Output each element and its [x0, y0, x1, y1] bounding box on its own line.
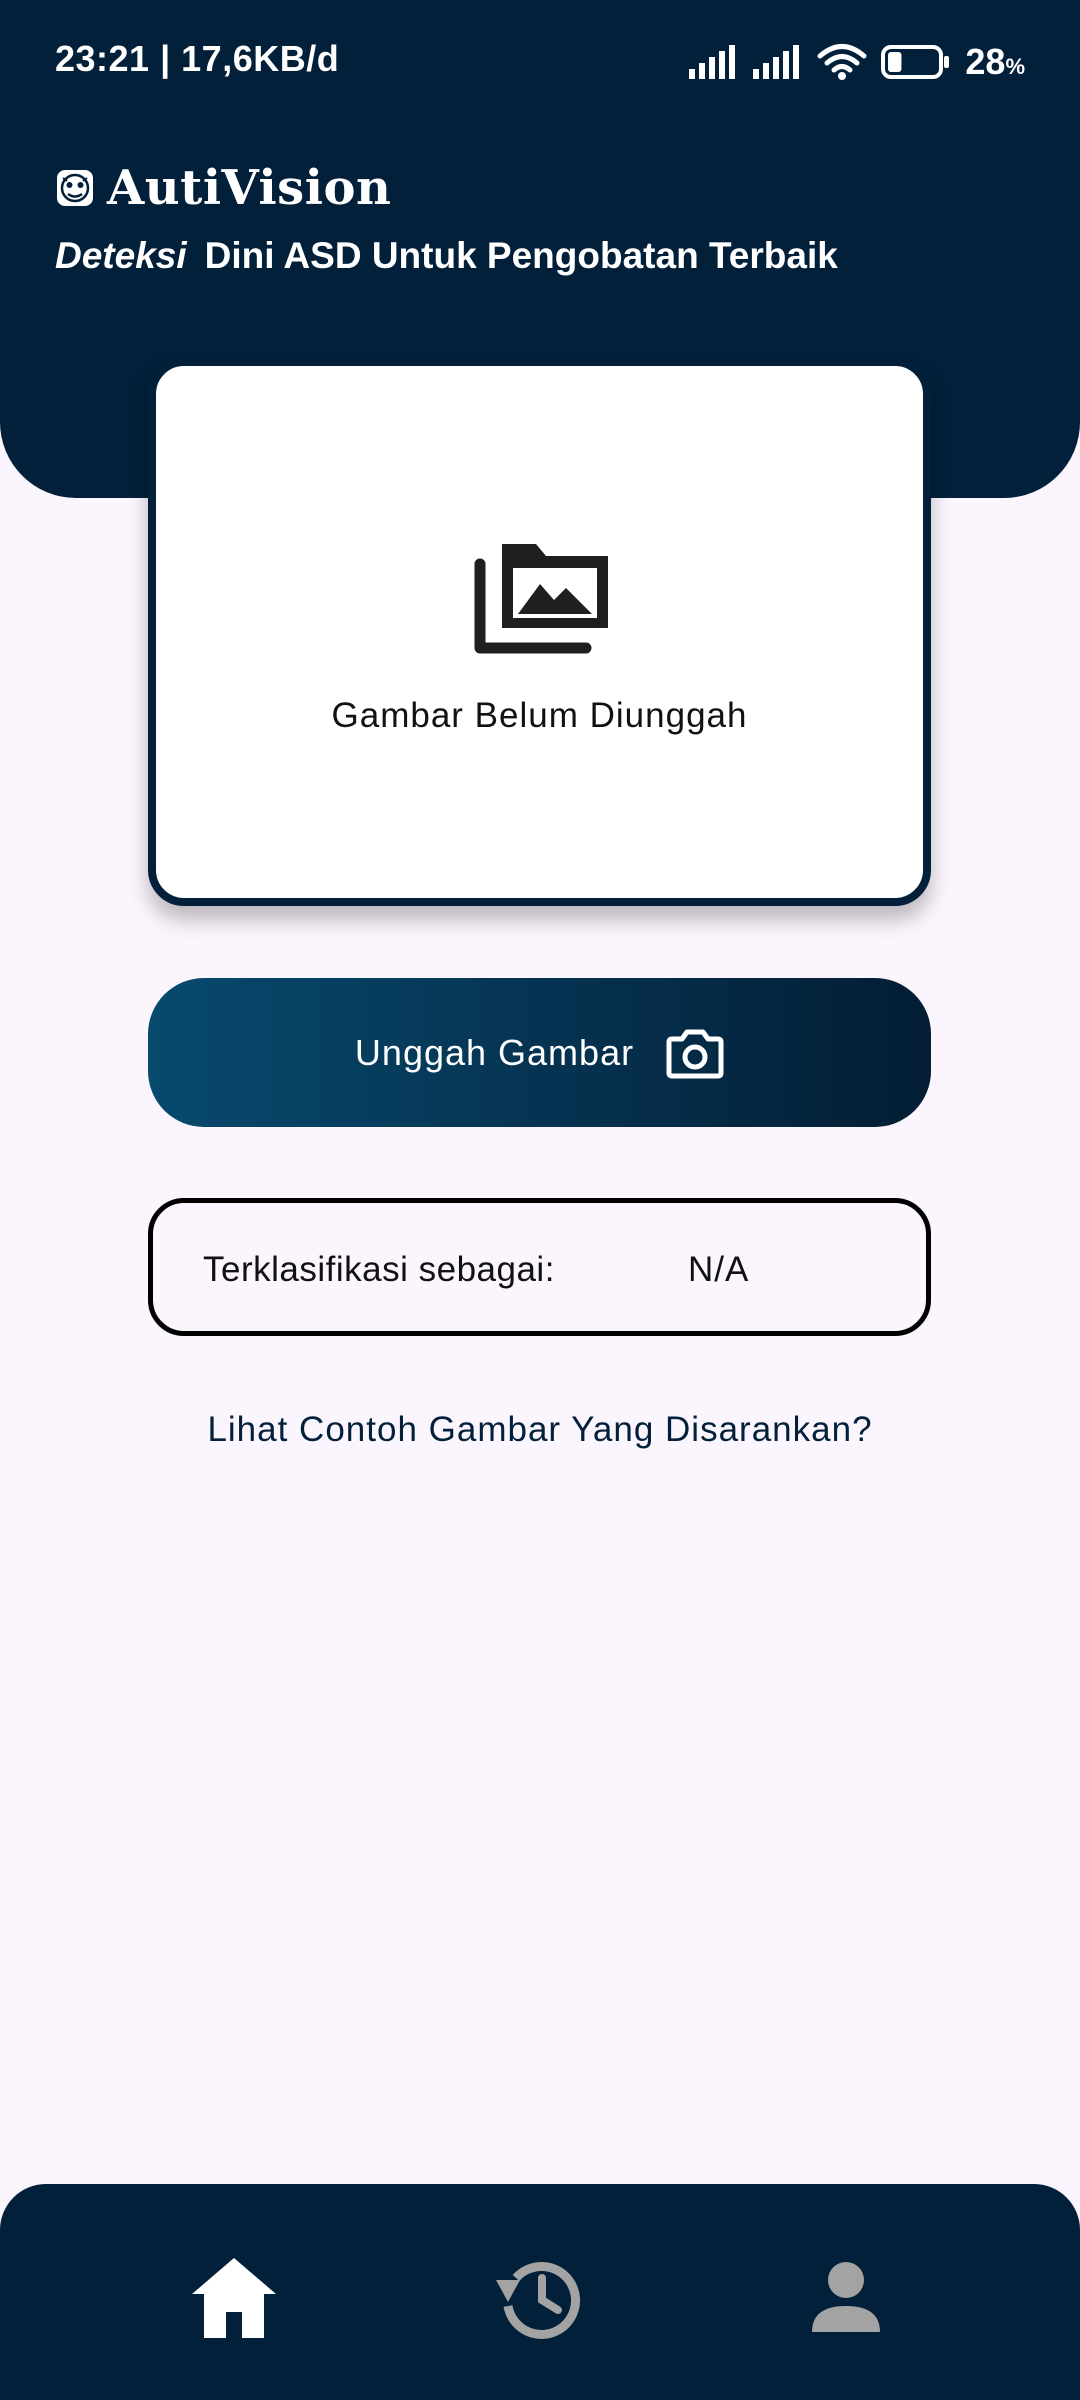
sample-images-link[interactable]: Lihat Contoh Gambar Yang Disarankan? — [0, 1410, 1080, 1450]
history-icon — [496, 2261, 581, 2339]
bottom-navigation — [0, 2184, 1080, 2400]
image-preview-card[interactable]: Gambar Belum Diunggah — [148, 358, 931, 906]
battery-icon — [881, 45, 950, 79]
wifi-icon — [817, 44, 867, 80]
signal-icon — [689, 45, 736, 79]
tagline-emphasis: Deteksi — [55, 235, 187, 276]
classification-result-box: Terklasifikasi sebagai: N/A — [148, 1198, 931, 1336]
classification-label: Terklasifikasi sebagai: — [203, 1250, 555, 1289]
tagline: Deteksi Dini ASD Untuk Pengobatan Terbaik — [55, 235, 838, 277]
camera-icon — [666, 1029, 724, 1078]
nav-profile[interactable] — [798, 2250, 894, 2346]
nav-home[interactable] — [186, 2250, 282, 2346]
status-icons: 28% — [689, 38, 1025, 86]
profile-icon — [812, 2262, 880, 2332]
preview-placeholder-text: Gambar Belum Diunggah — [331, 696, 748, 735]
status-bar: 23:21 | 17,6KB/d 28% — [0, 0, 1080, 124]
signal-icon — [753, 45, 800, 79]
app-name: AutiVision — [107, 160, 392, 216]
image-gallery-icon — [474, 544, 608, 654]
battery-percent: 28% — [965, 41, 1025, 82]
nav-history[interactable] — [492, 2250, 588, 2346]
home-icon — [192, 2258, 276, 2338]
app-brand: AutiVision — [55, 160, 391, 216]
tagline-text: Dini ASD Untuk Pengobatan Terbaik — [204, 235, 838, 276]
upload-button-label: Unggah Gambar — [354, 1031, 635, 1073]
classification-value: N/A — [688, 1250, 750, 1289]
status-time: 23:21 | 17,6KB/d — [55, 38, 340, 79]
upload-image-button[interactable]: Unggah Gambar — [148, 978, 931, 1127]
autism-logo-icon — [57, 170, 93, 206]
